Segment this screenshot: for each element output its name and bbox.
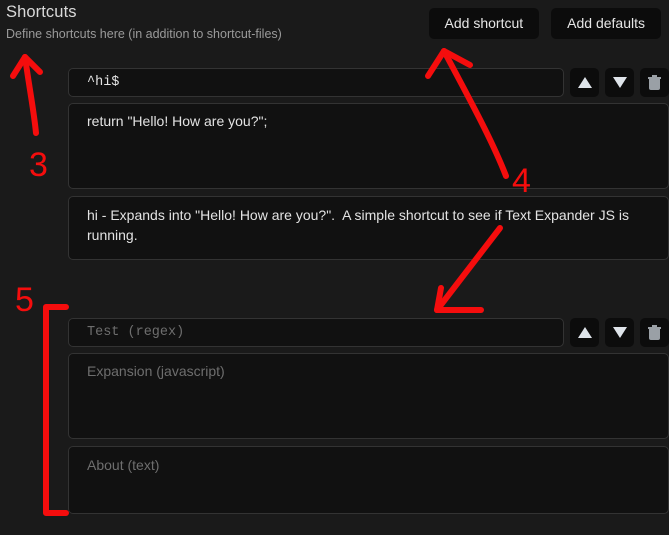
move-up-button-1[interactable] (570, 68, 599, 97)
shortcut-1-test-row (68, 68, 669, 97)
triangle-down-icon (612, 77, 627, 88)
about-textarea-2[interactable] (68, 446, 669, 514)
triangle-up-icon (577, 327, 592, 338)
test-regex-input-1[interactable] (68, 68, 564, 97)
delete-shortcut-button-1[interactable] (640, 68, 669, 97)
annotation-arrow-3 (10, 54, 43, 136)
move-down-button-2[interactable] (605, 318, 634, 347)
panel-header: Shortcuts Define shortcuts here (in addi… (0, 0, 669, 50)
triangle-up-icon (577, 77, 592, 88)
shortcut-entry-1: return "Hello! How are you?"; hi - Expan… (68, 68, 669, 260)
expansion-textarea-1[interactable]: return "Hello! How are you?"; (68, 103, 669, 189)
header-button-group: Add shortcut Add defaults (428, 8, 661, 39)
annotation-bracket-5 (43, 304, 69, 516)
annotation-label-3: 3 (29, 146, 48, 184)
test-regex-input-2[interactable] (68, 318, 564, 347)
expansion-textarea-2[interactable] (68, 353, 669, 439)
shortcut-2-test-row (68, 318, 669, 347)
page-subtitle: Define shortcuts here (in addition to sh… (6, 27, 282, 41)
trash-icon (648, 74, 661, 90)
annotation-label-5: 5 (15, 281, 34, 319)
delete-shortcut-button-2[interactable] (640, 318, 669, 347)
add-defaults-button[interactable]: Add defaults (551, 8, 661, 39)
move-up-button-2[interactable] (570, 318, 599, 347)
shortcut-entry-2 (68, 318, 669, 514)
shortcuts-settings-panel: Shortcuts Define shortcuts here (in addi… (0, 0, 669, 535)
about-textarea-1[interactable]: hi - Expands into "Hello! How are you?".… (68, 196, 669, 260)
triangle-down-icon (612, 327, 627, 338)
add-shortcut-button[interactable]: Add shortcut (428, 8, 540, 39)
page-title: Shortcuts (6, 3, 77, 21)
trash-icon (648, 324, 661, 340)
move-down-button-1[interactable] (605, 68, 634, 97)
